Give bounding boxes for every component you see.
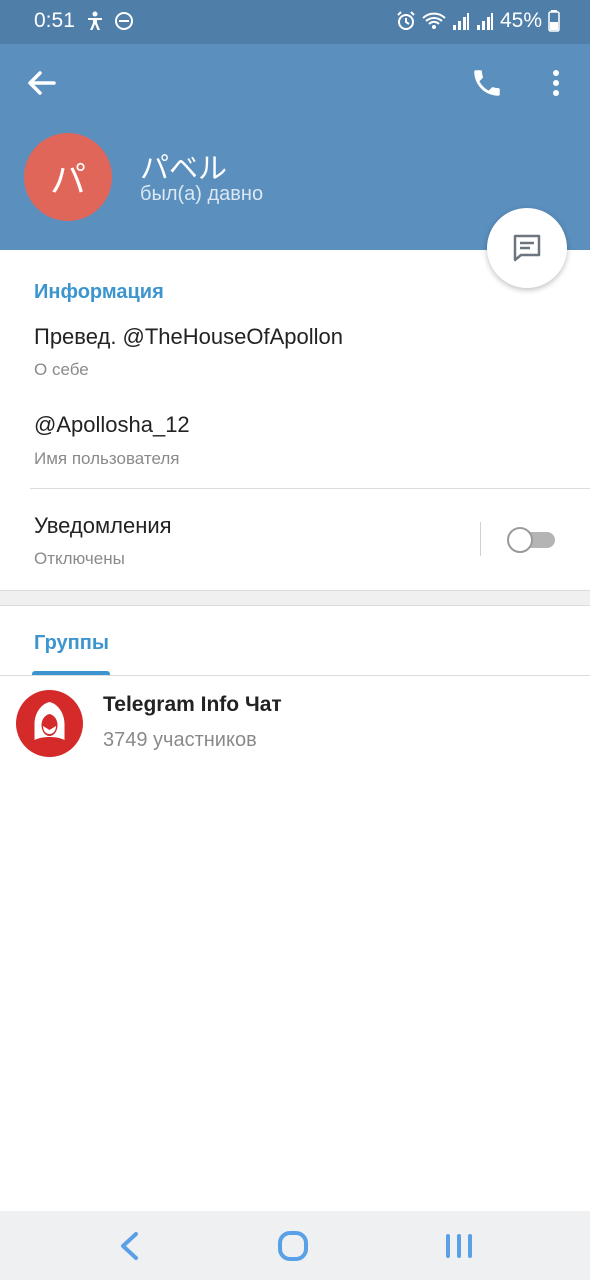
bio-label: О себе bbox=[34, 360, 89, 379]
info-section-title: Информация bbox=[34, 281, 164, 303]
divider bbox=[30, 488, 590, 489]
phone-icon[interactable] bbox=[470, 66, 504, 100]
username-value[interactable]: @Apollosha_12 bbox=[34, 412, 190, 438]
system-nav-bar bbox=[0, 1211, 590, 1280]
battery-icon bbox=[548, 10, 560, 32]
status-time: 0:51 bbox=[34, 9, 75, 32]
group-member-count: 3749 участников bbox=[103, 729, 257, 751]
notifications-toggle[interactable] bbox=[507, 527, 555, 553]
profile-name: パベル bbox=[140, 151, 228, 185]
signal-icon bbox=[452, 13, 469, 30]
notifications-row[interactable]: Уведомления bbox=[34, 513, 172, 539]
back-arrow-icon[interactable] bbox=[22, 64, 60, 102]
avatar[interactable]: パ bbox=[24, 133, 112, 221]
bio-value[interactable]: Превед. @TheHouseOfApollon bbox=[34, 324, 343, 350]
battery-percent: 45% bbox=[499, 9, 542, 32]
tab-groups[interactable]: Группы bbox=[34, 632, 109, 655]
last-seen-status: был(а) давно bbox=[140, 183, 264, 205]
nav-recent-apps-icon[interactable] bbox=[443, 1229, 475, 1263]
status-right: 45% bbox=[396, 9, 560, 33]
nav-back-icon[interactable] bbox=[114, 1229, 144, 1263]
message-icon bbox=[513, 234, 541, 262]
alarm-icon bbox=[397, 11, 415, 30]
send-message-button[interactable] bbox=[487, 208, 567, 288]
signal-icon bbox=[476, 13, 493, 30]
assassin-logo-icon bbox=[34, 702, 65, 740]
username-label: Имя пользователя bbox=[34, 449, 180, 468]
wifi-icon bbox=[422, 12, 446, 29]
group-name[interactable]: Telegram Info Чат bbox=[103, 693, 282, 717]
group-avatar[interactable] bbox=[16, 690, 83, 757]
divider bbox=[0, 675, 590, 676]
status-left-icons bbox=[86, 11, 134, 31]
status-bar: 0:51 45% bbox=[0, 0, 590, 44]
accessibility-icon bbox=[88, 11, 102, 30]
toggle-knob bbox=[507, 527, 533, 553]
more-vert-icon[interactable] bbox=[544, 66, 568, 100]
nav-home-icon[interactable] bbox=[276, 1229, 310, 1263]
section-separator bbox=[0, 590, 590, 606]
divider bbox=[480, 522, 481, 556]
do-not-disturb-icon bbox=[115, 12, 133, 30]
notifications-status: Отключены bbox=[34, 549, 125, 568]
